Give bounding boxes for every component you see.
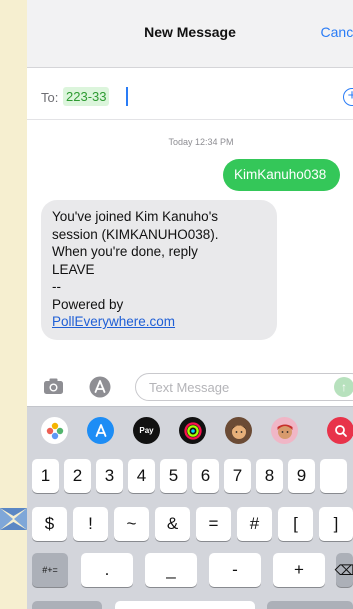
cancel-button[interactable]: Cance: [321, 24, 353, 40]
keyboard: 1 2 3 4 5 6 7 8 9 $ ! ~ & = # [ ] #+= . …: [27, 454, 353, 609]
key-6[interactable]: 6: [192, 459, 219, 493]
message-line: You've joined Kim Kanuho's: [52, 209, 219, 224]
key-tilde[interactable]: ~: [114, 507, 149, 541]
imessage-app-strip: Pay: [27, 406, 353, 454]
key-abc-partial[interactable]: [32, 601, 102, 609]
space-key-partial[interactable]: [115, 601, 255, 609]
key-1[interactable]: 1: [32, 459, 59, 493]
key-plus[interactable]: +: [273, 553, 325, 587]
key-equals[interactable]: =: [196, 507, 231, 541]
to-label: To:: [41, 90, 59, 105]
received-message-bubble[interactable]: You've joined Kim Kanuho's session (KIMK…: [41, 200, 277, 340]
key-dollar[interactable]: $: [32, 507, 67, 541]
apple-pay-icon[interactable]: Pay: [133, 417, 160, 444]
gutter-decoration: [0, 508, 27, 530]
text-cursor: [126, 87, 128, 106]
add-contact-icon[interactable]: +: [343, 88, 353, 106]
key-8[interactable]: 8: [256, 459, 283, 493]
key-right-bracket[interactable]: ]: [319, 507, 353, 541]
key-left-bracket[interactable]: [: [278, 507, 313, 541]
send-arrow-icon[interactable]: ↑: [334, 377, 353, 397]
messages-screen: New Message Cance To: 223-33 + Today 12:…: [27, 0, 353, 609]
key-underscore[interactable]: _: [145, 553, 197, 587]
key-exclamation[interactable]: !: [73, 507, 108, 541]
message-line: --: [52, 279, 61, 294]
key-hyphen[interactable]: -: [209, 553, 261, 587]
key-5[interactable]: 5: [160, 459, 187, 493]
message-line: session (KIMKANUHO038).: [52, 226, 219, 242]
key-9[interactable]: 9: [288, 459, 315, 493]
key-0-partial[interactable]: [320, 459, 347, 493]
app-store-icon[interactable]: [87, 417, 114, 444]
return-key-partial[interactable]: [267, 601, 353, 609]
recipient-row: To: 223-33 +: [27, 68, 353, 120]
app-drawer-icon[interactable]: [89, 376, 111, 398]
key-period[interactable]: .: [81, 553, 133, 587]
key-7[interactable]: 7: [224, 459, 251, 493]
key-2[interactable]: 2: [64, 459, 91, 493]
memoji-2-icon[interactable]: [271, 417, 298, 444]
key-3[interactable]: 3: [96, 459, 123, 493]
delete-key[interactable]: ⌫: [334, 553, 353, 587]
compose-bar: ↑: [27, 368, 353, 406]
message-line: LEAVE: [52, 261, 95, 277]
message-timestamp: Today 12:34 PM: [168, 137, 234, 147]
memoji-icon[interactable]: [225, 417, 252, 444]
key-hash[interactable]: #: [237, 507, 272, 541]
key-4[interactable]: 4: [128, 459, 155, 493]
photos-app-icon[interactable]: [41, 417, 68, 444]
recipient-chip[interactable]: 223-33: [63, 87, 110, 106]
page-title: New Message: [144, 24, 236, 40]
message-line: Powered by: [52, 296, 124, 312]
sent-message-bubble[interactable]: KimKanuho038: [223, 159, 341, 191]
fitness-icon[interactable]: [179, 417, 206, 444]
message-input[interactable]: [135, 373, 353, 401]
camera-icon[interactable]: [43, 376, 64, 397]
key-more-symbols[interactable]: #+=: [32, 553, 68, 587]
key-ampersand[interactable]: &: [155, 507, 190, 541]
navigation-bar: New Message Cance: [27, 0, 353, 68]
polleverywhere-link[interactable]: PollEverywhere.com: [52, 313, 267, 331]
delete-icon: ⌫: [334, 561, 353, 578]
search-web-icon[interactable]: [327, 417, 353, 444]
message-line: When you're done, reply: [52, 244, 198, 259]
apple-pay-label: Pay: [139, 426, 154, 435]
